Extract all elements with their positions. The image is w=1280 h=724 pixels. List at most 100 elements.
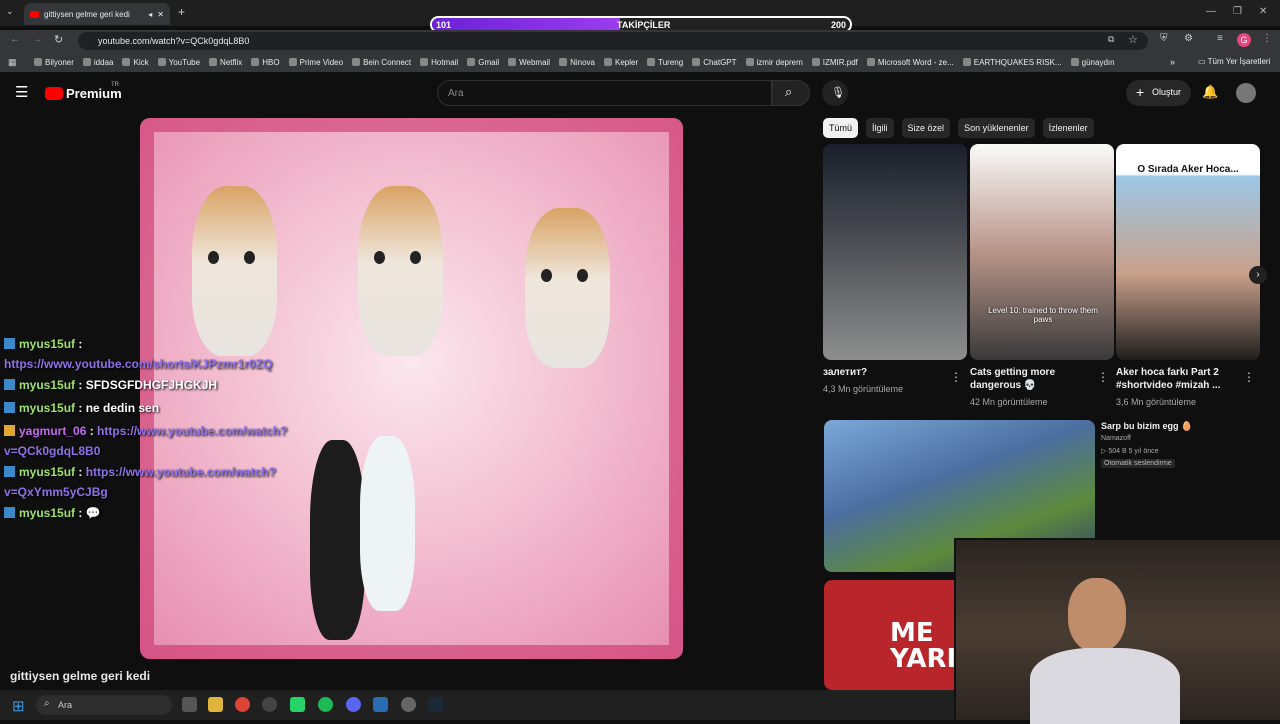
bookmark-item[interactable]: iddaa [82,58,113,67]
bookmark-item[interactable]: Tureng [647,58,683,67]
chat-link-continued[interactable]: v=QCk0gdqL8B0 [4,444,100,458]
profile-avatar[interactable]: G [1237,33,1251,47]
speed-icon[interactable] [262,697,277,712]
bookmark-item[interactable]: izmir deprem [745,58,803,67]
bookmark-item[interactable]: Prime Video [288,58,343,67]
bookmarks-overflow-icon[interactable]: » [1170,57,1175,67]
create-button[interactable]: + Oluştur [1126,80,1191,106]
address-bar[interactable]: youtube.com/watch?v=QCk0gdqL8B0 [78,32,1148,50]
bookmark-star-icon[interactable]: ☆ [1128,33,1138,46]
chat-separator: : [75,465,86,479]
search-button[interactable]: ⌕ [772,80,810,106]
channel-name[interactable]: Namazoff [1101,435,1131,442]
bookmark-label: IZMIR.pdf [822,57,858,67]
spotify-icon[interactable] [318,697,333,712]
chat-link-continued[interactable]: v=QxYmm5yCJBg [4,485,108,499]
chip-0[interactable]: Tümü [823,118,859,138]
back-icon[interactable]: ← [10,34,20,45]
taskbar-search[interactable]: ⌕ Ara [36,695,172,715]
bookmark-favicon-icon [157,58,166,66]
tab-close-icon[interactable]: ✕ [157,10,164,19]
shield-icon[interactable]: ⛨ [1160,33,1168,44]
bookmark-item[interactable]: EARTHQUAKES RISK... [962,58,1062,67]
chat-link[interactable]: https://www.youtube.com/watch? [86,465,276,479]
browser-tab[interactable]: gittiysen gelme geri kedi ◂ ✕ [24,3,170,25]
obs-icon[interactable] [401,697,416,712]
bookmark-item[interactable]: Webmail [508,58,550,67]
chat-separator: : [75,506,86,520]
bookmark-item[interactable]: HBO [251,58,280,67]
bookmark-item[interactable]: günaydın [1070,58,1115,67]
chip-4[interactable]: İzlenenler [1042,118,1094,138]
search-input[interactable]: Ara [437,80,772,106]
bookmark-item[interactable]: ChatGPT [692,58,737,67]
app-icon[interactable] [373,697,388,712]
whatsapp-icon[interactable] [290,697,305,712]
short-thumbnail-2[interactable]: Level 10: trained to throw them paws [970,144,1114,360]
short-thumbnail-3[interactable]: O Sırada Aker Hoca... [1116,144,1260,360]
video-thumbnail[interactable]: ME YARI [824,580,964,690]
windows-start-icon[interactable]: ⊞ [12,697,25,715]
bookmark-item[interactable]: Netflix [209,58,242,67]
all-bookmarks[interactable]: ▭ Tüm Yer İşaretleri [1198,57,1270,66]
menu-lines-icon[interactable]: ≡ [1217,33,1223,44]
restore-icon[interactable]: ❐ [1233,6,1242,17]
short-title-1[interactable]: залетит? [823,366,953,379]
short-overlay-text: O Sırada Aker Hoca... [1137,164,1239,175]
reload-icon[interactable]: ↻ [54,33,63,46]
apps-grid-icon[interactable]: ▦ [8,57,17,68]
mic-icon: 🎙 [831,87,845,99]
youtube-logo-icon[interactable] [45,87,63,100]
bookmark-item[interactable]: Bein Connect [352,58,411,67]
short-thumbnail-1[interactable] [823,144,967,360]
chip-3[interactable]: Son yüklenenler [958,118,1035,138]
recommended-video-title[interactable]: Sarp bu bizim egg 🥚 [1101,421,1192,432]
video-title: gittiysen gelme geri kedi [10,669,151,683]
bookmark-label: Bein Connect [363,57,412,67]
discord-icon[interactable] [346,697,361,712]
task-view-icon[interactable] [182,697,197,712]
bookmark-list: Bilyoner iddaa Kick YouTube Netflix HBO Prime … [34,58,1154,67]
short-menu-icon[interactable]: ⋮ [1097,370,1109,384]
bookmark-item[interactable]: Kepler [604,58,638,67]
short-title-3[interactable]: Aker hoca farkı Part 2 #shortvideo #miza… [1116,366,1246,392]
minimize-icon[interactable]: — [1206,6,1216,17]
short-menu-icon[interactable]: ⋮ [1243,370,1255,384]
new-tab-button[interactable]: + [178,5,185,19]
bookmark-item[interactable]: Kick [122,58,149,67]
youtube-premium-logo[interactable]: Premium [66,86,122,101]
close-window-icon[interactable]: ✕ [1259,6,1267,17]
bookmark-item[interactable]: Gmail [467,58,499,67]
short-menu-icon[interactable]: ⋮ [950,370,962,384]
chat-link[interactable]: https://www.youtube.com/watch? [97,424,287,438]
chip-2[interactable]: Size özel [901,118,951,138]
bookmark-item[interactable]: IZMIR.pdf [811,57,858,67]
shorts-next-button[interactable]: › [1249,266,1267,284]
more-icon[interactable]: ⋮ [1262,33,1272,44]
chat-username: yagmurt_06 [19,424,87,438]
cast-icon[interactable]: ⧉ [1108,34,1114,45]
steam-icon[interactable] [428,697,443,712]
bookmark-label: Gmail [478,57,500,67]
bookmark-favicon-icon [962,58,971,66]
chat-link[interactable]: https://www.youtube.com/shorts/KJPzmr1r0… [4,357,272,371]
search-icon: ⌕ [785,84,793,99]
notifications-bell-icon[interactable]: 🔔 [1202,84,1218,100]
extensions-icon[interactable]: ⚙ [1184,33,1193,44]
forward-icon[interactable]: → [32,34,42,45]
file-explorer-icon[interactable] [208,697,223,712]
video-player[interactable] [140,118,683,659]
bookmark-item[interactable]: Microsoft Word - ze... [866,58,954,67]
chrome-icon[interactable] [235,697,250,712]
account-avatar[interactable] [1236,83,1256,103]
chip-1[interactable]: İlgili [866,118,894,138]
hamburger-menu-icon[interactable]: ☰ [15,83,28,101]
bookmark-item[interactable]: Ninova [559,58,595,67]
short-title-2[interactable]: Cats getting more dangerous 💀 [970,366,1100,392]
tab-search-icon[interactable]: ⌄ [6,6,14,17]
bookmark-item[interactable]: YouTube [157,58,200,67]
bookmark-favicon-icon [647,58,656,66]
bookmark-item[interactable]: Hotmail [420,58,458,67]
voice-search-button[interactable]: 🎙 [822,80,848,106]
bookmark-item[interactable]: Bilyoner [34,58,74,67]
